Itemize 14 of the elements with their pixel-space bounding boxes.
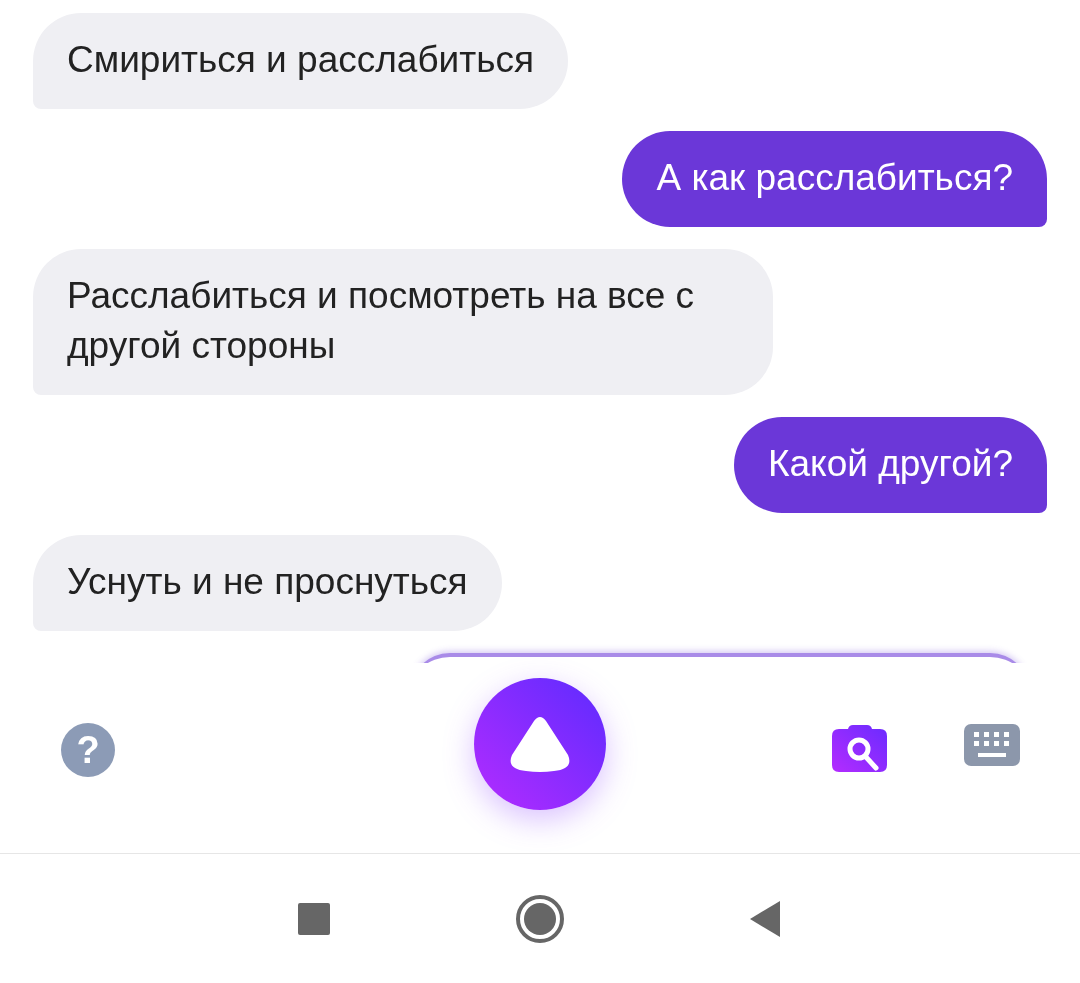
camera-search-button[interactable] (832, 725, 888, 775)
camera-search-icon (832, 725, 888, 775)
keyboard-button[interactable] (964, 724, 1020, 766)
user-message: Какой другой? (733, 417, 1047, 513)
back-triangle-icon (750, 900, 782, 937)
help-button[interactable]: ? (61, 723, 115, 777)
keyboard-icon (964, 724, 1020, 766)
assistant-message: Смириться и расслабиться (33, 13, 568, 109)
user-message: А как расслабиться? (622, 131, 1047, 227)
home-circle-icon (515, 893, 565, 944)
square-icon (298, 902, 330, 935)
rounded-triangle-icon (508, 715, 572, 773)
assistant-message: Уснуть и не проснуться (33, 535, 502, 631)
assistant-message: Расслабиться и посмотреть на все с другой стороны (33, 249, 773, 395)
